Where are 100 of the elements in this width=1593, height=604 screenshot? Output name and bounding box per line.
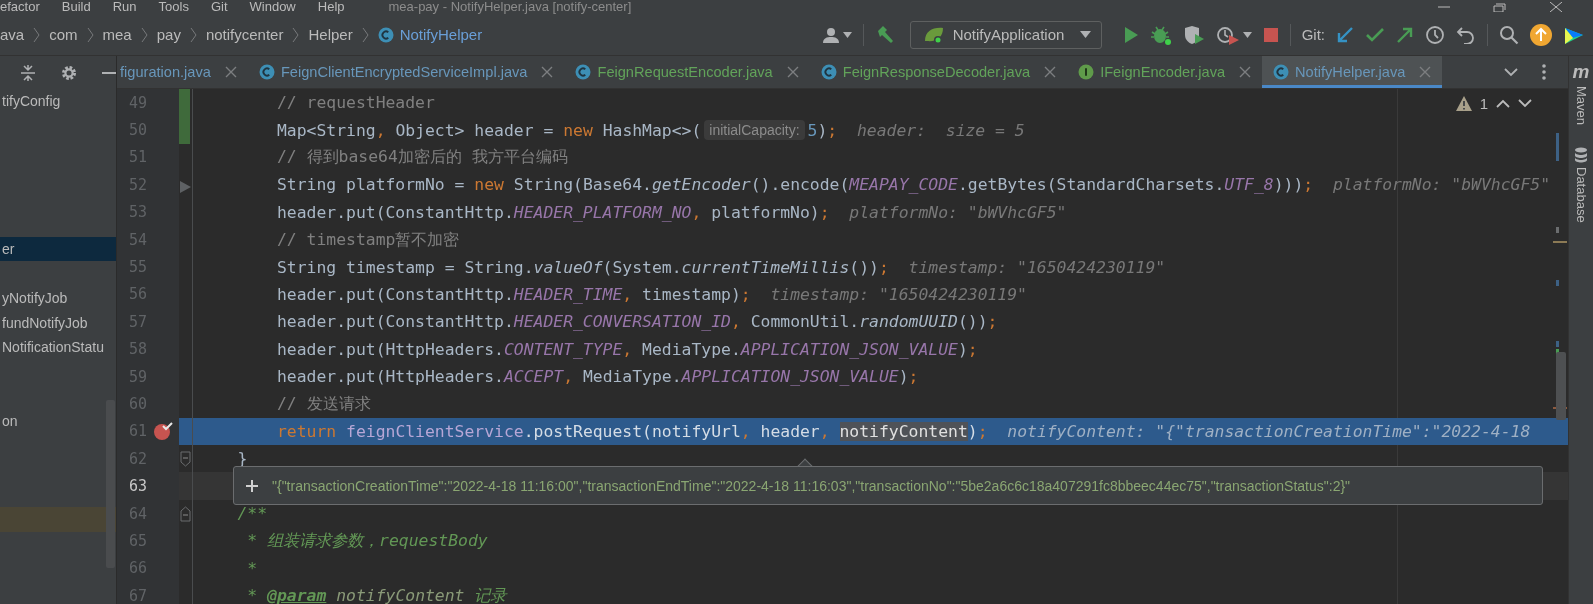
run-icon[interactable] (1122, 25, 1139, 44)
stop-icon[interactable] (1262, 26, 1279, 43)
code-text: String platformNo = new String(Base64.getEncoder().encode(MEAPAY_CODE.getBytes(StandardCharsets.UTF_8))); (275, 175, 1314, 195)
breadcrumb[interactable]: com (49, 26, 78, 43)
tree-item[interactable]: tifyConfig (0, 89, 116, 114)
chevron-icon (361, 26, 369, 43)
window-title: mea-pay - NotifyHelper.java [notify-center] (388, 0, 632, 14)
tool-window-button[interactable]: Maven (1573, 86, 1589, 126)
push-icon[interactable] (1396, 25, 1414, 44)
code-text: String timestamp = String.valueOf(System.currentTimeMillis()); (275, 257, 889, 277)
close-icon[interactable] (1239, 66, 1252, 78)
breadcrumb[interactable]: mea (102, 26, 132, 43)
close-icon[interactable] (541, 66, 554, 78)
editor-tab[interactable]: figuration.java (117, 56, 248, 88)
menu-item[interactable]: Build (61, 0, 91, 14)
scrollbar-thumb[interactable] (106, 400, 115, 568)
editor-tab[interactable]: FeignClientEncryptedServiceImpl.java (247, 56, 565, 88)
minimize-icon[interactable] (102, 70, 116, 75)
profiler-icon[interactable] (1215, 24, 1240, 45)
caret-icon[interactable] (842, 31, 852, 38)
chevron-down-icon[interactable] (1518, 99, 1532, 108)
chevron-down-icon[interactable] (1504, 67, 1518, 77)
problem-count: 1 (1479, 95, 1488, 112)
tree-item[interactable]: er (0, 236, 116, 262)
class-icon (820, 64, 837, 80)
menu-item[interactable]: Run (112, 0, 137, 14)
code-text: // 发送请求 (275, 393, 371, 415)
class-icon (377, 26, 394, 43)
update-project-icon[interactable] (1336, 25, 1354, 44)
code-text: // 得到base64加密后的 我方平台编码 (275, 146, 568, 169)
tree-item[interactable]: NotificationStatu (0, 334, 116, 360)
close-icon[interactable] (1549, 2, 1563, 12)
maven-logo: m (1572, 62, 1590, 82)
code-text: Map<String, Object> header = new HashMap<>( (275, 120, 702, 140)
search-icon[interactable] (1499, 24, 1519, 45)
debug-value: platformNo: "bWVhcGF5" (1332, 175, 1550, 195)
code-text: 5); (807, 120, 838, 140)
tree-item[interactable]: on (0, 408, 116, 434)
code-text: /** (236, 504, 268, 524)
chevron-icon (189, 26, 197, 43)
breakpoint-icon[interactable] (153, 421, 173, 442)
debug-value: timestamp: "1650424230119" (770, 284, 1027, 304)
class-icon (1273, 64, 1290, 80)
git-label: Git: (1301, 26, 1325, 43)
tree-item[interactable]: fundNotifyJob (0, 310, 116, 335)
class-icon (575, 64, 592, 80)
editor-tab[interactable]: FeignResponseDecoder.java (809, 56, 1068, 88)
code-text: * @param notifyContent 记录 (246, 584, 507, 604)
line-number: 63 (117, 472, 147, 500)
chevron-icon (86, 26, 94, 43)
caret-icon[interactable] (1242, 31, 1252, 38)
code-text: header.put(ConstantHttp.HEADER_CONVERSATION_ID, CommonUtil.randomUUID()); (275, 312, 998, 332)
chevron-icon (33, 26, 41, 43)
breadcrumb[interactable]: notifycenter (205, 26, 284, 43)
settings-icon[interactable] (60, 63, 78, 82)
chevron-up-icon[interactable] (1496, 99, 1510, 108)
debug-value: platformNo: "bWVhcGF5" (849, 202, 1067, 222)
chevron-icon (292, 26, 300, 43)
restore-icon[interactable] (1493, 2, 1507, 12)
menu-item[interactable]: Window (249, 0, 296, 14)
triangle-icon (180, 181, 191, 194)
popup-value-text: "{"transactionCreationTime":"2022-4-18 11:16:00","transactionEndTime":"2022-4-18 11:16:03","transactionNo":"5be2a6c6c18a407291fc8bbeec44ec75","transactionStatus":2}" (272, 477, 1351, 494)
close-icon[interactable] (1044, 66, 1057, 78)
code-text: // requestHeader (275, 93, 435, 113)
breadcrumb[interactable]: ava (0, 26, 25, 43)
class-icon (258, 64, 275, 80)
code-text: * (246, 558, 258, 578)
rollback-icon[interactable] (1456, 25, 1476, 44)
code-text: header.put(HttpHeaders.CONTENT_TYPE, MediaType.APPLICATION_JSON_VALUE); (275, 339, 978, 359)
close-icon[interactable] (224, 66, 237, 78)
editor-tab[interactable]: FeignRequestEncoder.java (564, 56, 810, 88)
menu-item[interactable]: efactor (0, 0, 40, 14)
debug-value: header: size = 5 (856, 120, 1025, 140)
collapse-all-icon[interactable] (20, 63, 36, 82)
check-icon[interactable] (1365, 25, 1385, 44)
breadcrumb[interactable]: Helper (308, 26, 353, 43)
breadcrumb[interactable]: pay (156, 26, 181, 43)
more-icon[interactable] (1542, 64, 1546, 80)
coverage-icon[interactable] (1182, 24, 1205, 45)
update-available-icon[interactable] (1530, 23, 1552, 46)
editor-tab[interactable]: IFeignEncoder.java (1067, 56, 1263, 88)
tool-window-button[interactable]: Database (1573, 167, 1589, 223)
menu-item[interactable]: Help (317, 0, 345, 14)
menu-item[interactable]: Tools (158, 0, 189, 14)
warning-icon[interactable] (1455, 96, 1472, 111)
run-configuration-dropdown[interactable]: NotifyApplication (909, 20, 1102, 49)
code-text: header.put(HttpHeaders.ACCEPT, MediaType.APPLICATION_JSON_VALUE); (275, 367, 919, 387)
breadcrumb[interactable]: NotifyHelper (377, 26, 483, 43)
code-text: header.put(ConstantHttp.HEADER_TIME, timestamp); (275, 284, 751, 304)
menu-item[interactable]: Git (210, 0, 228, 14)
inlay-hint: initialCapacity: (704, 120, 805, 141)
debug-value: notifyContent: "{"transactionCreationTime":"2022-4-18 (1007, 421, 1531, 441)
tree-item[interactable]: yNotifyJob (0, 285, 116, 311)
close-icon[interactable] (786, 66, 799, 78)
user-icon[interactable] (821, 25, 840, 44)
debug-icon[interactable] (1149, 24, 1172, 45)
expand-icon[interactable] (246, 479, 258, 492)
scrollbar-thumb[interactable] (1556, 352, 1566, 420)
chevron-icon (140, 26, 148, 43)
history-icon[interactable] (1425, 24, 1445, 45)
